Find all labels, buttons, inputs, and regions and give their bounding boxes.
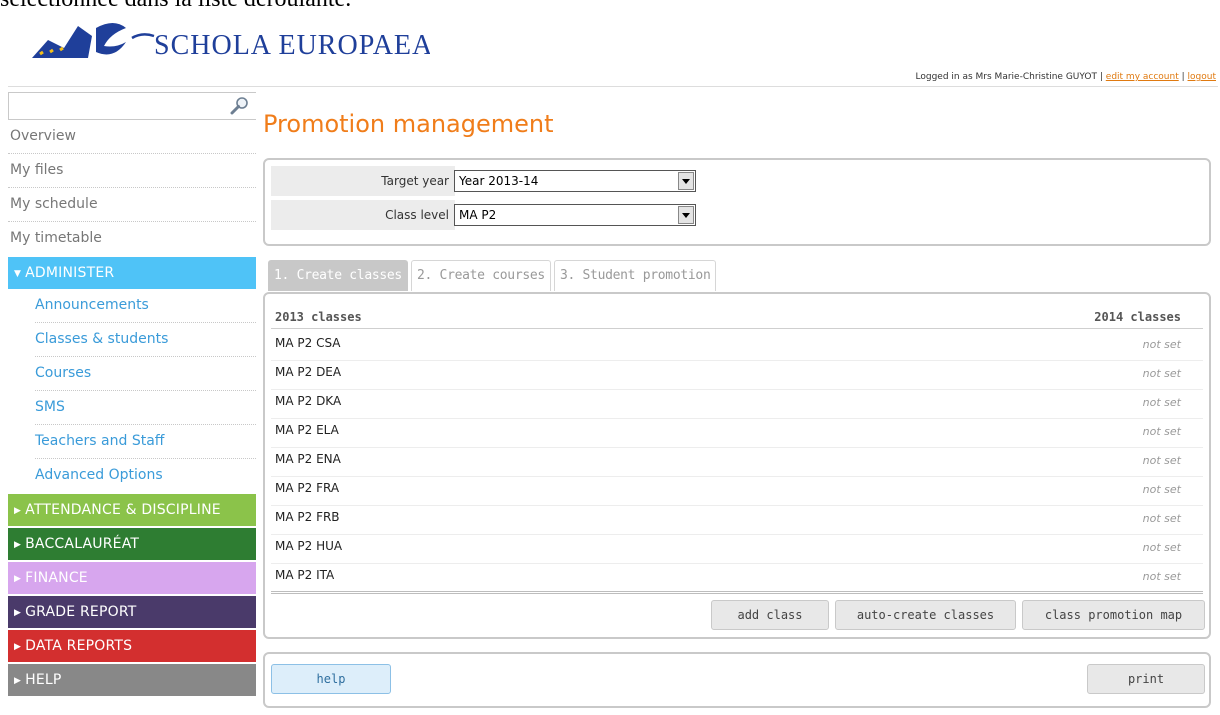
add-class-button[interactable]: add class (711, 600, 829, 630)
header-divider (8, 86, 1218, 87)
collapsed-triangle-icon: ▶ (14, 642, 22, 652)
help-button[interactable]: help (271, 664, 391, 694)
actions-panel: help print (263, 652, 1211, 708)
section-grade-report[interactable]: ▶ GRADE REPORT (8, 596, 256, 628)
auto-create-classes-button[interactable]: auto-create classes (835, 600, 1016, 630)
section-finance[interactable]: ▶ FINANCE (8, 562, 256, 594)
target-class-cell: not set (1142, 338, 1181, 351)
e-letter-shape (96, 23, 126, 55)
class-name-cell: MA P2 ENA (275, 452, 341, 466)
sub-item-classes-students[interactable]: Classes & students (35, 323, 256, 357)
table-row: MA P2 ENA not set (271, 448, 1203, 477)
section-data-reports[interactable]: ▶ DATA REPORTS (8, 630, 256, 662)
target-year-row: Target year (271, 166, 455, 196)
table-row: MA P2 ITA not set (271, 564, 1203, 594)
target-year-label: Target year (381, 174, 449, 188)
sub-item-announcements[interactable]: Announcements (35, 289, 256, 323)
collapsed-triangle-icon: ▶ (14, 608, 22, 618)
user-bar: Logged in as Mrs Marie-Christine GUYOT |… (915, 72, 1216, 82)
table-row: MA P2 HUA not set (271, 535, 1203, 564)
target-class-cell: not set (1142, 367, 1181, 380)
class-level-select[interactable]: MA P2 (454, 204, 696, 226)
class-name-cell: MA P2 HUA (275, 539, 343, 553)
table-row: MA P2 FRB not set (271, 506, 1203, 535)
sidebar: Overview My files My schedule My timetab… (8, 92, 256, 696)
tab-student-promotion[interactable]: 3. Student promotion (553, 260, 717, 291)
logged-in-text: Logged in as Mrs Marie-Christine GUYOT (915, 72, 1097, 82)
page-title: Promotion management (263, 110, 554, 138)
section-attendance-discipline[interactable]: ▶ ATTENDANCE & DISCIPLINE (8, 494, 256, 526)
collapsed-triangle-icon: ▶ (14, 540, 22, 550)
table-row: MA P2 DEA not set (271, 361, 1203, 390)
class-name-cell: MA P2 ITA (275, 568, 335, 582)
collapsed-triangle-icon: ▶ (14, 574, 22, 584)
target-class-cell: not set (1142, 570, 1181, 583)
table-row: MA P2 DKA not set (271, 390, 1203, 419)
collapsed-triangle-icon: ▶ (14, 506, 22, 516)
chevron-down-icon[interactable] (678, 172, 694, 190)
nav-my-timetable[interactable]: My timetable (8, 222, 256, 255)
section-help[interactable]: ▶ HELP (8, 664, 256, 696)
target-class-cell: not set (1142, 454, 1181, 467)
target-class-cell: not set (1142, 483, 1181, 496)
target-class-cell: not set (1142, 396, 1181, 409)
class-name-cell: MA P2 ELA (275, 423, 339, 437)
document-fragment-text: sélectionnée dans la liste déroulante. (0, 0, 351, 13)
logo-wordmark: SCHOLA EUROPAEA (154, 30, 430, 61)
col-header-2013: 2013 classes (275, 310, 362, 324)
chevron-down-icon[interactable] (678, 206, 694, 224)
sub-item-advanced-options[interactable]: Advanced Options (35, 459, 256, 492)
table-row: MA P2 ELA not set (271, 419, 1203, 448)
class-name-cell: MA P2 DKA (275, 394, 342, 408)
nav-overview[interactable]: Overview (8, 120, 256, 154)
target-year-select[interactable]: Year 2013-14 (454, 170, 696, 192)
sub-item-teachers-staff[interactable]: Teachers and Staff (35, 425, 256, 459)
print-button[interactable]: print (1087, 664, 1205, 694)
edit-account-link[interactable]: edit my account (1106, 72, 1179, 82)
logout-link[interactable]: logout (1188, 72, 1216, 82)
sub-item-sms[interactable]: SMS (35, 391, 256, 425)
search-icon[interactable] (230, 96, 250, 116)
classes-panel: 2013 classes 2014 classes MA P2 CSA not s… (263, 292, 1211, 639)
schola-europaea-logo: SCHOLA EUROPAEA (32, 23, 430, 61)
class-rows: MA P2 CSA not set MA P2 DEA not set MA P2 DK… (271, 332, 1203, 594)
target-class-cell: not set (1142, 425, 1181, 438)
nav-my-schedule[interactable]: My schedule (8, 188, 256, 222)
class-name-cell: MA P2 FRA (275, 481, 340, 495)
class-name-cell: MA P2 CSA (275, 336, 341, 350)
target-class-cell: not set (1142, 512, 1181, 525)
search-box (8, 92, 256, 120)
section-administer[interactable]: ▼ ADMINISTER (8, 257, 256, 289)
class-name-cell: MA P2 DEA (275, 365, 342, 379)
tab-create-courses[interactable]: 2. Create courses (410, 260, 551, 291)
expanded-triangle-icon: ▼ (14, 269, 22, 279)
target-class-cell: not set (1142, 541, 1181, 554)
step-tabs: 1. Create classes 2. Create courses 3. S… (268, 260, 717, 292)
search-input[interactable] (13, 94, 217, 120)
table-row: MA P2 FRA not set (271, 477, 1203, 506)
class-promotion-map-button[interactable]: class promotion map (1022, 600, 1205, 630)
nav-my-files[interactable]: My files (8, 154, 256, 188)
col-header-2014: 2014 classes (1094, 310, 1181, 324)
class-name-cell: MA P2 FRB (275, 510, 340, 524)
filter-panel: Target year Year 2013-14 Class level MA … (263, 158, 1211, 246)
collapsed-triangle-icon: ▶ (14, 676, 22, 686)
table-row: MA P2 CSA not set (271, 332, 1203, 361)
tab-create-classes[interactable]: 1. Create classes (268, 260, 408, 291)
table-header: 2013 classes 2014 classes (271, 306, 1203, 329)
class-level-label: Class level (385, 208, 449, 222)
class-level-row: Class level (271, 200, 455, 230)
section-baccalaureat[interactable]: ▶ BACCALAURÉAT (8, 528, 256, 560)
sub-item-courses[interactable]: Courses (35, 357, 256, 391)
